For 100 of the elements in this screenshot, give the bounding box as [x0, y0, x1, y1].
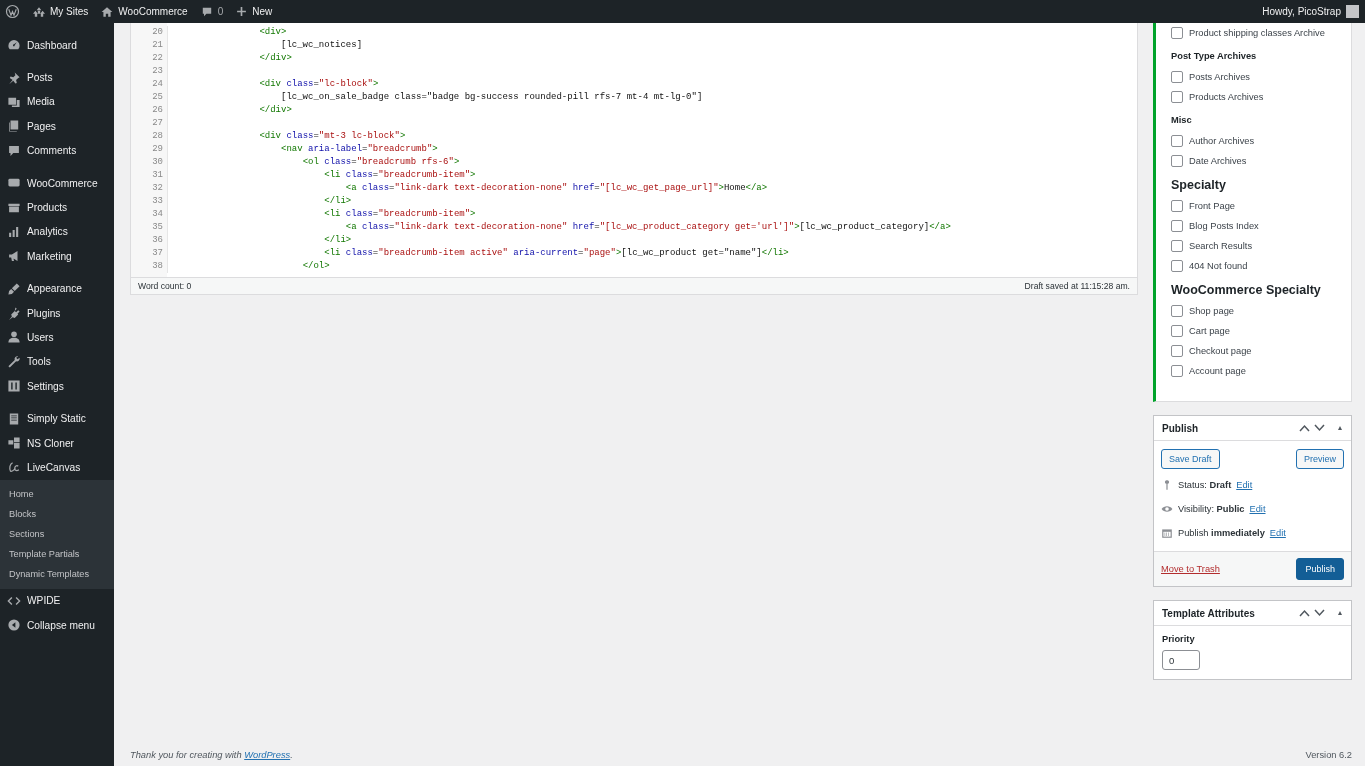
code-line: <a class="link-dark text-decoration-none" href="[lc_wc_product_category get='url']">[lc_wc_product_category]</a> [344, 221, 951, 234]
line-number: 26 [151, 104, 164, 117]
checkbox-label: Blog Posts Index [1189, 221, 1259, 231]
menu-item[interactable]: Posts [0, 65, 114, 90]
code-line: [lc_wc_on_sale_badge class="badge bg-success rounded-pill rfs-7 mt-4 mt-lg-0"] [280, 91, 704, 104]
menu-item[interactable]: Plugins [0, 300, 114, 326]
code-line: <li class="breadcrumb-item"> [323, 169, 477, 182]
menu-item[interactable]: WooCommerce [0, 170, 114, 196]
checkbox[interactable] [1171, 325, 1183, 337]
code-line: <nav aria-label="breadcrumb"> [280, 143, 439, 156]
wordpress-logo-icon [5, 4, 20, 19]
menu-item[interactable]: Simply Static [0, 406, 114, 431]
speech-bubble-icon [7, 143, 21, 158]
line-number: 28 [151, 130, 164, 143]
menu-item[interactable]: NS Cloner [0, 430, 114, 456]
new-link[interactable]: New [252, 6, 273, 17]
chevron-down-icon[interactable] [1314, 609, 1325, 617]
menu-item[interactable]: Products [0, 195, 114, 220]
menu-item[interactable]: Appearance [0, 276, 114, 301]
my-sites-link[interactable]: My Sites [50, 6, 89, 17]
menu-item[interactable]: WPIDE [0, 588, 114, 614]
line-number: 27 [151, 117, 164, 130]
code-line: </ol> [301, 260, 331, 273]
edit-link[interactable]: Edit [1269, 528, 1286, 538]
code-line: <a class="link-dark text-decoration-none" href="[lc_wc_get_page_url]">Home</a> [344, 182, 769, 195]
checkbox-label: Account page [1189, 366, 1246, 376]
checkbox[interactable] [1171, 260, 1183, 272]
checkbox[interactable] [1171, 365, 1183, 377]
autosave-status: Draft saved at 11:15:28 am. [1024, 281, 1130, 291]
section-heading: Specialty [1171, 178, 1227, 192]
line-number: 29 [151, 143, 164, 156]
plug-icon [7, 306, 21, 321]
submenu-item[interactable]: Home [0, 483, 114, 504]
code-line: </div> [258, 52, 293, 65]
menu-item[interactable]: Settings [0, 374, 114, 399]
comment-count[interactable]: 0 [217, 6, 224, 17]
checkbox[interactable] [1171, 27, 1183, 39]
edit-link[interactable]: Edit [1236, 480, 1253, 490]
checkbox[interactable] [1171, 155, 1183, 167]
sliders-icon [7, 379, 21, 394]
code-line: </li> [323, 195, 353, 208]
code-editor[interactable] [130, 23, 1138, 295]
checkbox-label: Front Page [1189, 201, 1235, 211]
menu-item[interactable]: Users [0, 325, 114, 350]
checkbox[interactable] [1171, 91, 1183, 103]
eye-icon [1161, 503, 1173, 515]
code-line: <ol class="breadcrumb rfs-6"> [301, 156, 461, 169]
checkbox[interactable] [1171, 305, 1183, 317]
chevron-up-icon[interactable] [1299, 424, 1310, 432]
word-count: Word count: 0 [138, 281, 192, 291]
chevron-up-icon[interactable] [1299, 609, 1310, 617]
line-number: 25 [151, 91, 164, 104]
menu-item[interactable]: Dashboard [0, 33, 114, 58]
checkbox-label: Posts Archives [1189, 72, 1250, 82]
line-number: 34 [151, 208, 164, 221]
menu-item[interactable]: Pages [0, 114, 114, 139]
publish-button[interactable]: Publish [1296, 558, 1344, 580]
move-to-trash-link[interactable]: Move to Trash [1161, 564, 1220, 574]
site-link[interactable]: WooCommerce [118, 6, 188, 17]
checkbox[interactable] [1171, 135, 1183, 147]
checkbox[interactable] [1171, 200, 1183, 212]
script-icon [7, 460, 21, 475]
menu-item[interactable]: Marketing [0, 244, 114, 269]
menu-item[interactable]: LiveCanvas [0, 455, 114, 480]
checkbox[interactable] [1171, 71, 1183, 83]
menu-item[interactable]: Media [0, 89, 114, 115]
account-link[interactable]: Howdy, PicoStrap [1262, 6, 1341, 17]
checkbox[interactable] [1171, 345, 1183, 357]
code-line: [lc_wc_notices] [280, 39, 364, 52]
menu-item[interactable]: Analytics [0, 219, 114, 245]
section-label: Post Type Archives [1171, 51, 1258, 61]
collapse-icon [7, 618, 21, 633]
checkbox[interactable] [1171, 240, 1183, 252]
checkbox[interactable] [1171, 220, 1183, 232]
line-number: 20 [151, 26, 164, 39]
line-number: 36 [151, 234, 164, 247]
preview-button[interactable]: Preview [1296, 449, 1344, 469]
version-label: Version 6.2 [1305, 750, 1352, 760]
submenu-item[interactable]: Blocks [0, 503, 114, 524]
line-number: 23 [151, 65, 164, 78]
edit-link[interactable]: Edit [1249, 504, 1266, 514]
checkbox-label: Author Archives [1189, 136, 1255, 146]
submenu-item[interactable]: Sections [0, 523, 114, 544]
submenu-item[interactable]: Dynamic Templates [0, 563, 114, 584]
priority-field[interactable]: 0 [1162, 650, 1200, 670]
line-number: 24 [151, 78, 164, 91]
line-number: 35 [151, 221, 164, 234]
save-draft-button[interactable]: Save Draft [1161, 449, 1220, 469]
menu-item[interactable]: Tools [0, 349, 114, 375]
code-line: <div class="mt-3 lc-block"> [258, 130, 407, 143]
submenu-item[interactable]: Template Partials [0, 543, 114, 564]
document-icon [7, 411, 21, 426]
section-heading: WooCommerce Specialty [1171, 283, 1322, 297]
publish-setting: Status: Draft [1178, 480, 1232, 490]
menu-item[interactable]: Comments [0, 138, 114, 163]
chevron-down-icon[interactable] [1314, 424, 1325, 432]
box-title: Template Attributes [1162, 607, 1256, 619]
blocks-icon [7, 436, 21, 451]
priority-label: Priority [1162, 634, 1196, 644]
menu-item[interactable]: Collapse menu [0, 613, 114, 638]
